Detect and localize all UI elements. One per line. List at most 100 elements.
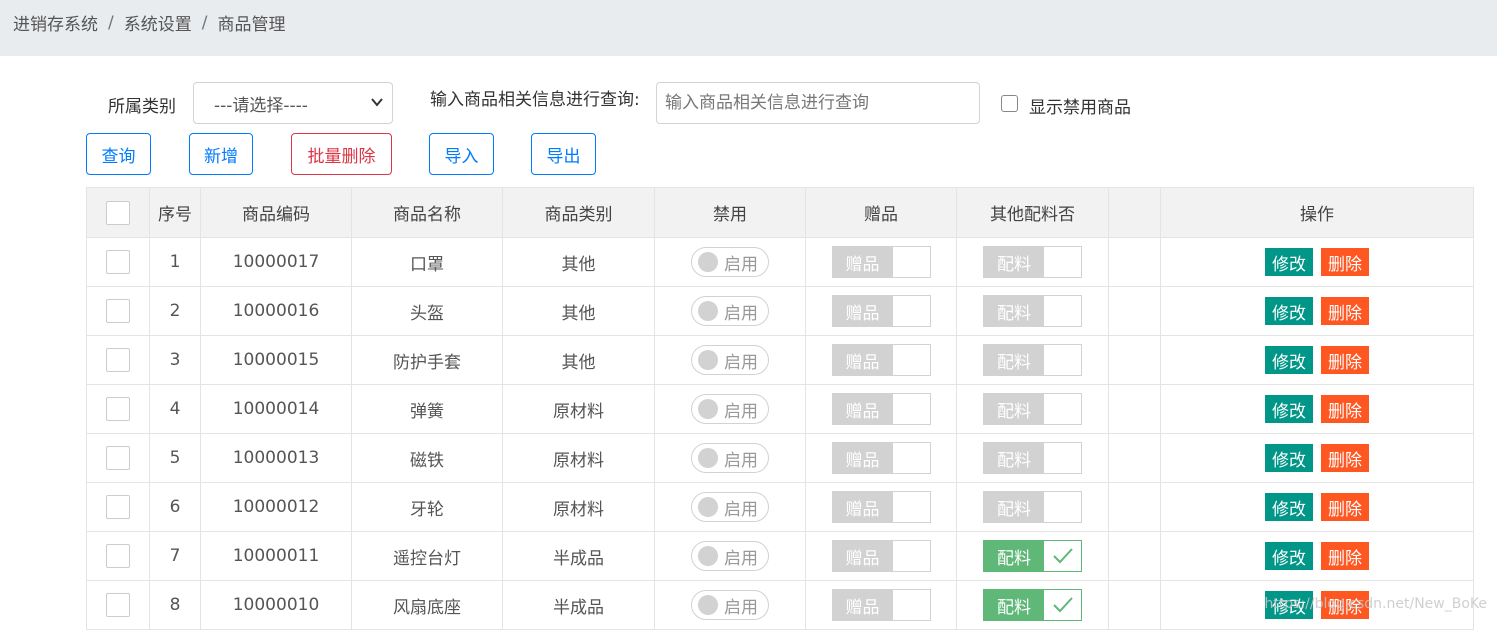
column-header: 操作 [1160, 187, 1474, 238]
category-label: 所属类别 [108, 97, 176, 117]
row-checkbox[interactable] [106, 544, 130, 568]
product-category: 其他 [502, 237, 655, 287]
enable-switch[interactable]: 启用 [691, 394, 769, 424]
row-checkbox[interactable] [106, 495, 130, 519]
row-checkbox[interactable] [106, 250, 130, 274]
edit-button[interactable]: 修改 [1265, 297, 1313, 325]
disable-cell: 启用 [654, 237, 806, 287]
column-header: 赠品 [805, 187, 957, 238]
breadcrumb-item-settings[interactable]: 系统设置 [124, 10, 192, 35]
breadcrumb-item-system[interactable]: 进销存系统 [13, 10, 98, 35]
ingredient-label: 配料 [984, 296, 1044, 326]
gift-toggle[interactable]: 赠品 [831, 246, 931, 278]
enable-switch[interactable]: 启用 [691, 443, 769, 473]
row-select-cell [86, 482, 150, 532]
ingredient-label: 配料 [984, 394, 1044, 424]
actions-cell: 修改 删除 [1160, 482, 1474, 532]
enable-switch[interactable]: 启用 [691, 590, 769, 620]
edit-button[interactable]: 修改 [1265, 493, 1313, 521]
table-row: 3 10000015 防护手套 其他 启用 赠品 配料 修改 删除 [86, 335, 1474, 385]
gift-toggle[interactable]: 赠品 [831, 393, 931, 425]
ingredient-label: 配料 [984, 541, 1044, 571]
ingredient-toggle[interactable]: 配料 [983, 295, 1082, 327]
delete-button[interactable]: 删除 [1321, 591, 1369, 619]
actions-cell: 修改 删除 [1160, 237, 1474, 287]
top-bar: 进销存系统 / 系统设置 / 商品管理 [0, 0, 1497, 56]
row-select-cell [86, 531, 150, 581]
switch-label: 启用 [724, 450, 758, 471]
batch-delete-button[interactable]: 批量删除 [291, 133, 392, 175]
enable-switch[interactable]: 启用 [691, 247, 769, 277]
category-select[interactable]: ---请选择---- [193, 82, 393, 124]
edit-button[interactable]: 修改 [1265, 346, 1313, 374]
gift-tick-area [893, 394, 930, 424]
add-button[interactable]: 新增 [189, 133, 253, 175]
import-button[interactable]: 导入 [429, 133, 494, 175]
ingredient-toggle[interactable]: 配料 [983, 344, 1082, 376]
product-name: 口罩 [351, 237, 503, 287]
switch-knob [698, 252, 718, 272]
row-number: 8 [149, 580, 201, 630]
row-number: 2 [149, 286, 201, 336]
gift-label: 赠品 [832, 345, 893, 375]
ingredient-toggle[interactable]: 配料 [983, 491, 1082, 523]
show-disabled-checkbox[interactable] [1001, 95, 1018, 112]
gift-cell: 赠品 [805, 531, 957, 581]
edit-button[interactable]: 修改 [1265, 395, 1313, 423]
export-button[interactable]: 导出 [531, 133, 596, 175]
ingredient-label: 配料 [984, 247, 1044, 277]
gift-toggle[interactable]: 赠品 [831, 295, 931, 327]
query-button[interactable]: 查询 [86, 133, 151, 175]
ingredient-toggle[interactable]: 配料 [983, 246, 1082, 278]
gift-tick-area [893, 590, 930, 620]
row-checkbox[interactable] [106, 446, 130, 470]
gift-toggle[interactable]: 赠品 [831, 540, 931, 572]
product-code: 10000017 [200, 237, 352, 287]
gift-toggle[interactable]: 赠品 [831, 491, 931, 523]
enable-switch[interactable]: 启用 [691, 541, 769, 571]
delete-button[interactable]: 删除 [1321, 542, 1369, 570]
edit-button[interactable]: 修改 [1265, 248, 1313, 276]
select-all-cell [86, 187, 150, 238]
ingredient-label: 配料 [984, 590, 1044, 620]
gift-toggle[interactable]: 赠品 [831, 442, 931, 474]
enable-switch[interactable]: 启用 [691, 345, 769, 375]
row-checkbox[interactable] [106, 593, 130, 617]
delete-button[interactable]: 删除 [1321, 346, 1369, 374]
enable-switch[interactable]: 启用 [691, 492, 769, 522]
delete-button[interactable]: 删除 [1321, 493, 1369, 521]
row-number: 4 [149, 384, 201, 434]
disable-cell: 启用 [654, 580, 806, 630]
gift-tick-area [893, 247, 930, 277]
edit-button[interactable]: 修改 [1265, 444, 1313, 472]
gift-cell: 赠品 [805, 433, 957, 483]
gift-toggle[interactable]: 赠品 [831, 589, 931, 621]
ingredient-toggle[interactable]: 配料 [983, 393, 1082, 425]
delete-button[interactable]: 删除 [1321, 444, 1369, 472]
product-code: 10000016 [200, 286, 352, 336]
row-checkbox[interactable] [106, 299, 130, 323]
ingredient-toggle[interactable]: 配料 [983, 442, 1082, 474]
delete-button[interactable]: 删除 [1321, 297, 1369, 325]
search-input[interactable] [656, 82, 980, 124]
table-header-row: 序号 商品编码 商品名称 商品类别 禁用 赠品 其他配料否 操作 [86, 187, 1474, 238]
row-checkbox[interactable] [106, 397, 130, 421]
delete-button[interactable]: 删除 [1321, 395, 1369, 423]
table-row: 1 10000017 口罩 其他 启用 赠品 配料 修改 删除 [86, 237, 1474, 287]
enable-switch[interactable]: 启用 [691, 296, 769, 326]
delete-button[interactable]: 删除 [1321, 248, 1369, 276]
edit-button[interactable]: 修改 [1265, 591, 1313, 619]
switch-label: 启用 [724, 499, 758, 520]
edit-button[interactable]: 修改 [1265, 542, 1313, 570]
ingredient-tick-area [1044, 394, 1081, 424]
breadcrumb-separator: / [108, 12, 114, 33]
row-checkbox[interactable] [106, 348, 130, 372]
gift-toggle[interactable]: 赠品 [831, 344, 931, 376]
row-number: 5 [149, 433, 201, 483]
switch-knob [698, 301, 718, 321]
select-all-checkbox[interactable] [106, 200, 130, 225]
ingredient-tick-area [1044, 443, 1081, 473]
gift-cell: 赠品 [805, 335, 957, 385]
ingredient-toggle[interactable]: 配料 [983, 589, 1082, 621]
ingredient-toggle[interactable]: 配料 [983, 540, 1082, 572]
